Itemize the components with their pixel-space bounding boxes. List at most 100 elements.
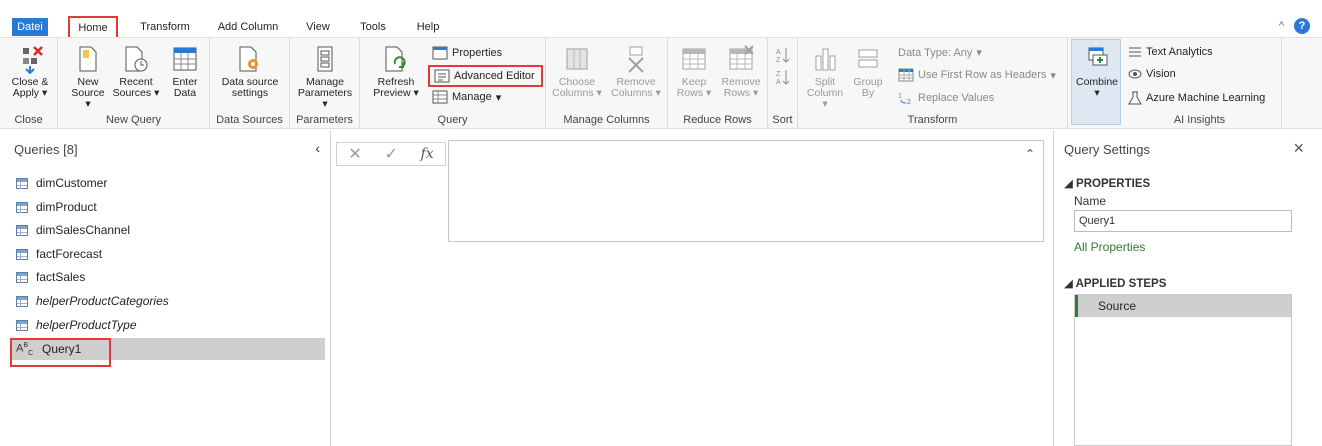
split-column-button[interactable]: Split Column ▾	[804, 44, 846, 110]
tab-transform[interactable]: Transform	[130, 18, 200, 36]
use-first-row-headers-button[interactable]: Use First Row as Headers ▾	[898, 68, 1056, 82]
fx-icon[interactable]: fx	[421, 146, 434, 162]
queries-pane: Queries [8] ‹ dimCustomer dimProduct dim…	[0, 130, 331, 446]
table-icon	[16, 224, 28, 236]
group-data-sources: Data source settings Data Sources	[210, 38, 290, 128]
properties-icon	[432, 46, 448, 60]
refresh-icon	[385, 46, 406, 72]
name-field[interactable]	[1074, 210, 1292, 232]
all-properties-link[interactable]: All Properties	[1074, 240, 1145, 254]
vision-button[interactable]: Vision	[1128, 68, 1176, 80]
text-analytics-button[interactable]: Text Analytics	[1128, 46, 1213, 58]
cancel-formula-icon[interactable]: ✕	[348, 144, 361, 164]
query-label: dimProduct	[36, 200, 97, 214]
query-item[interactable]: dimSalesChannel	[10, 219, 325, 241]
manage-label: Manage	[452, 91, 492, 103]
table-icon	[16, 201, 28, 213]
text-analytics-label: Text Analytics	[1146, 46, 1213, 58]
group-by-button[interactable]: Group By	[848, 44, 888, 99]
keep-rows-button[interactable]: Keep Rows ▾	[672, 44, 716, 99]
name-label: Name	[1074, 194, 1107, 208]
query-item[interactable]: helperProductCategories	[10, 290, 325, 312]
table-icon	[16, 295, 28, 307]
manage-parameters-button[interactable]: Manage Parameters ▾	[294, 44, 356, 110]
tab-file[interactable]: Datei	[12, 18, 48, 36]
query-label: helperProductCategories	[36, 294, 169, 308]
tab-view[interactable]: View	[300, 18, 336, 36]
replace-values-button[interactable]: 1 2 Replace Values	[898, 91, 994, 105]
group-by-label-2: By	[861, 87, 875, 99]
choose-columns-button[interactable]: Choose Columns ▾	[550, 44, 604, 99]
sort-descending-icon: Z A	[776, 70, 790, 86]
group-label-transform: Transform	[907, 114, 958, 126]
settings-title: Query Settings	[1064, 142, 1150, 157]
group-transform: Split Column ▾ Group By Data Type: Any ▾…	[798, 38, 1068, 128]
group-manage-columns: Choose Columns ▾ Remove Columns ▾ Manage…	[546, 38, 668, 128]
group-close: Close & Apply ▾ Close	[0, 38, 58, 128]
azure-ml-label: Azure Machine Learning	[1146, 92, 1266, 104]
svg-text:2: 2	[907, 99, 911, 105]
sort-ascending-icon: A Z	[776, 48, 790, 64]
replace-values-label: Replace Values	[918, 92, 995, 104]
properties-label: Properties	[452, 47, 503, 59]
table-icon	[16, 271, 28, 283]
replace-values-icon: 1 2	[898, 93, 911, 105]
query-item[interactable]: dimProduct	[10, 196, 325, 218]
collapse-ribbon-icon[interactable]: ^	[1279, 20, 1284, 32]
azure-ml-button[interactable]: Azure Machine Learning	[1128, 91, 1265, 105]
group-reduce-rows: Keep Rows ▾ Remove Rows ▾ Reduce Rows	[668, 38, 768, 128]
new-source-button[interactable]: New Source ▾	[68, 44, 108, 110]
table-icon	[16, 319, 28, 331]
group-label-sort: Sort	[772, 114, 793, 126]
new-source-icon	[79, 46, 97, 72]
split-column-label-2: Column	[806, 87, 844, 99]
query-label: dimCustomer	[36, 176, 108, 190]
table-icon	[16, 248, 28, 260]
recent-sources-label-2: Sources	[112, 87, 152, 99]
sort-ascending-button[interactable]: A Z	[776, 46, 790, 64]
data-type-dropdown[interactable]: Data Type: Any ▾	[898, 46, 982, 60]
remove-columns-label-2: Columns	[611, 87, 653, 99]
manage-button[interactable]: Manage ▾	[432, 90, 501, 104]
refresh-preview-button[interactable]: Refresh Preview ▾	[368, 44, 424, 99]
data-source-settings-button[interactable]: Data source settings	[214, 44, 286, 99]
advanced-editor-label: Advanced Editor	[454, 70, 535, 82]
properties-header-label: PROPERTIES	[1076, 178, 1151, 190]
query-item[interactable]: dimCustomer	[10, 172, 325, 194]
query-item[interactable]: factForecast	[10, 243, 325, 265]
step-item[interactable]: Source	[1075, 295, 1291, 317]
close-apply-button[interactable]: Close & Apply ▾	[6, 44, 54, 99]
collapse-pane-icon[interactable]: ‹	[315, 140, 320, 156]
tab-add-column[interactable]: Add Column	[212, 18, 284, 36]
tab-home[interactable]: Home	[68, 16, 118, 37]
enter-data-button[interactable]: Enter Data	[166, 44, 204, 99]
applied-steps-header-label: APPLIED STEPS	[1075, 278, 1167, 290]
query-item[interactable]: factSales	[10, 266, 325, 288]
query-item[interactable]: helperProductType	[10, 314, 325, 336]
tab-help[interactable]: Help	[410, 18, 446, 36]
remove-columns-button[interactable]: Remove Columns ▾	[608, 44, 664, 99]
tab-tools[interactable]: Tools	[352, 18, 394, 36]
formula-bar[interactable]: ⌃	[448, 140, 1044, 242]
help-icon[interactable]: ?	[1294, 18, 1310, 34]
combine-button-content[interactable]: Combine ▾	[1072, 44, 1122, 99]
first-row-dropdown-icon: ▾	[1050, 69, 1056, 82]
query-label: helperProductType	[36, 318, 137, 332]
group-label-reduce-rows: Reduce Rows	[683, 114, 752, 126]
sort-descending-button[interactable]: Z A	[776, 68, 790, 86]
group-query: Refresh Preview ▾ Properties Advanced Ed…	[360, 38, 546, 128]
recent-sources-button[interactable]: Recent Sources ▾	[112, 44, 160, 99]
confirm-formula-icon[interactable]: ✓	[384, 144, 397, 164]
enter-data-label-2: Data	[173, 87, 197, 99]
close-apply-icon	[23, 46, 43, 74]
query-label: factForecast	[36, 247, 103, 261]
advanced-editor-button[interactable]: Advanced Editor	[428, 65, 543, 87]
properties-button[interactable]: Properties	[432, 46, 502, 60]
close-icon[interactable]: ×	[1293, 138, 1304, 159]
queries-title: Queries [8]	[14, 142, 78, 157]
formula-area: ✕ ✓ fx ⌃	[332, 130, 1052, 446]
collapse-formula-icon[interactable]: ⌃	[1025, 147, 1035, 161]
remove-rows-button[interactable]: Remove Rows ▾	[718, 44, 764, 99]
svg-text:1: 1	[898, 93, 902, 100]
remove-rows-label-2: Rows	[723, 87, 751, 99]
